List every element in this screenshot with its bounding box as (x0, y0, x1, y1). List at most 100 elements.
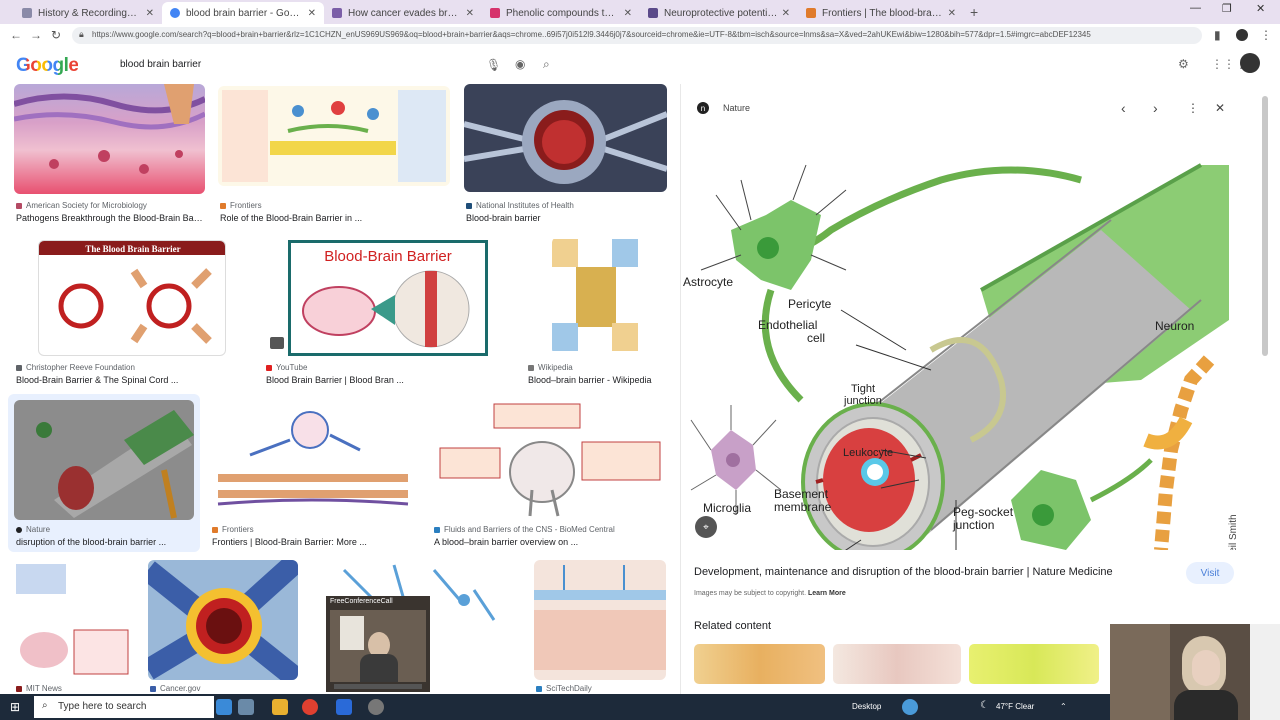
result-thumbnail[interactable] (148, 560, 298, 680)
nih-bbb-illustration (464, 100, 667, 184)
close-icon[interactable]: ✕ (782, 8, 790, 19)
tray-arrow-icon[interactable]: ⌃ (1060, 702, 1067, 711)
task-view-icon[interactable] (238, 699, 254, 715)
result-source: Christopher Reeve Foundation (16, 363, 135, 372)
search-icon: ⌕ (42, 700, 48, 711)
close-icon[interactable]: ✕ (624, 8, 632, 19)
desktop-label[interactable]: Desktop (852, 702, 881, 711)
cns-barriers-illustration (439, 403, 661, 517)
tab-neuroprotective[interactable]: Neuroprotective potential of ph... ✕ (640, 2, 798, 24)
conference-video-window[interactable]: FreeConferenceCall (326, 596, 430, 692)
result-thumbnail[interactable] (14, 560, 132, 680)
result-caption[interactable]: Blood Brain Barrier | Blood Bran ... (266, 375, 416, 385)
search-input[interactable]: blood brain barrier (120, 59, 201, 70)
result-thumbnail[interactable]: The Blood Brain Barrier (38, 240, 226, 356)
back-icon[interactable]: ← (10, 28, 22, 42)
preview-source[interactable]: n Nature (697, 102, 750, 114)
related-thumbnail[interactable] (694, 644, 825, 684)
more-icon[interactable]: ⋮ (1260, 28, 1272, 42)
bbb-figure[interactable]: Astrocyte Pericyte Endothelial cell Neur… (681, 120, 1241, 550)
close-icon[interactable]: ✕ (146, 8, 154, 19)
result-caption[interactable]: Frontiers | Blood-Brain Barrier: More ..… (212, 537, 372, 547)
more-icon[interactable]: ⋮ (1187, 101, 1199, 115)
taskbar-search[interactable]: ⌕ Type here to search (34, 696, 214, 718)
lens-icon[interactable]: ◉ (515, 57, 525, 71)
frontiers-bbb-illustration (217, 411, 409, 506)
result-source: YouTube (266, 363, 307, 372)
wikipedia-bbb-illustration (552, 239, 638, 351)
learn-more-link[interactable]: Learn More (808, 590, 846, 597)
visit-button[interactable]: Visit (1186, 562, 1234, 584)
reload-icon[interactable]: ↻ (51, 28, 61, 42)
preview-title[interactable]: Development, maintenance and disruption … (694, 566, 1113, 578)
result-caption[interactable]: Blood-Brain Barrier & The Spinal Cord ..… (16, 375, 216, 385)
result-thumbnail[interactable] (432, 400, 668, 518)
close-icon[interactable]: ✕ (308, 8, 316, 19)
webcam-video-window (1110, 624, 1280, 720)
lens-search-icon[interactable]: ⌖ (695, 516, 717, 538)
google-logo[interactable]: Google (16, 55, 79, 77)
preview-scrollbar[interactable] (1262, 96, 1268, 356)
result-thumbnail[interactable] (218, 86, 450, 186)
result-caption[interactable]: Blood–brain barrier - Wikipedia (528, 375, 668, 385)
figure-label-junction: junction (843, 395, 882, 407)
new-tab-button[interactable]: + (970, 4, 978, 20)
search-icon[interactable]: ⌕ (543, 57, 550, 72)
nature-bbb-thumbnail (36, 410, 194, 519)
conference-controls[interactable] (334, 684, 422, 689)
result-source: American Society for Microbiology (16, 201, 147, 210)
forward-icon[interactable]: → (30, 28, 42, 42)
minimize-icon[interactable]: — (1190, 2, 1201, 14)
tab-favicon-icon (806, 8, 816, 18)
lock-icon: 🔒︎ (79, 29, 84, 39)
file-explorer-icon[interactable] (272, 699, 288, 715)
result-caption[interactable]: disruption of the blood-brain barrier ..… (16, 537, 196, 547)
result-thumbnail[interactable] (534, 560, 666, 680)
url-text: https://www.google.com/search?q=blood+br… (92, 30, 1091, 39)
extensions-icon[interactable]: ▮ (1214, 28, 1221, 42)
figure-label-microglia: Microglia (703, 501, 751, 515)
maximize-icon[interactable]: ❐ (1222, 2, 1232, 15)
edge-icon[interactable] (216, 699, 232, 715)
tab-cancer-evades[interactable]: How cancer evades breach the ... ✕ (324, 2, 482, 24)
chrome-icon[interactable] (302, 699, 318, 715)
result-caption[interactable]: Role of the Blood-Brain Barrier in ... (220, 213, 450, 223)
weather-text[interactable]: 47°F Clear (996, 702, 1034, 711)
profile-avatar[interactable] (1236, 29, 1248, 41)
svg-text:The Blood Brain Barrier: The Blood Brain Barrier (85, 244, 180, 254)
previous-icon[interactable]: ‹ (1121, 100, 1126, 116)
windows-icon[interactable]: ⊞ (10, 700, 20, 714)
next-icon[interactable]: › (1153, 100, 1158, 116)
result-thumbnail[interactable] (464, 84, 667, 192)
close-icon[interactable]: ✕ (466, 8, 474, 19)
result-thumbnail[interactable] (14, 84, 205, 194)
close-icon[interactable]: ✕ (1215, 101, 1225, 115)
figure-label-pericyte: Pericyte (788, 297, 832, 311)
url-field[interactable]: 🔒︎ https://www.google.com/search?q=blood… (72, 27, 1202, 44)
result-caption[interactable]: Blood-brain barrier (466, 213, 666, 223)
result-thumbnail[interactable] (552, 237, 642, 355)
mic-icon[interactable]: 🎙︎ (486, 58, 501, 72)
window-close-icon[interactable]: ✕ (1256, 2, 1265, 15)
related-thumbnail[interactable] (833, 644, 961, 684)
result-source: SciTechDaily (536, 684, 592, 693)
tab-blood-brain-barrier[interactable]: blood brain barrier - Google Se... ✕ (162, 2, 324, 24)
tab-phenolic-compounds[interactable]: Phenolic compounds that cross t... ✕ (482, 2, 640, 24)
result-thumbnail[interactable] (14, 400, 194, 520)
conference-app-icon[interactable] (368, 699, 384, 715)
settings-icon[interactable]: ⚙ (1178, 57, 1189, 71)
bbb-youtube-illustration: Blood-Brain Barrier (302, 248, 470, 348)
result-caption[interactable]: Pathogens Breakthrough the Blood-Brain B… (16, 213, 204, 223)
result-thumbnail[interactable] (210, 400, 416, 518)
outlook-icon[interactable] (336, 699, 352, 715)
figure-label-endothelial: Endothelial (758, 318, 817, 332)
related-thumbnail[interactable] (969, 644, 1099, 684)
close-icon[interactable]: ✕ (948, 8, 956, 19)
tab-history-recordings[interactable]: History & Recordings | FreeConf... ✕ (14, 2, 162, 24)
tab-frontiers[interactable]: Frontiers | The blood-brain barr... ✕ (798, 2, 964, 24)
result-thumbnail[interactable]: Blood-Brain Barrier (288, 240, 488, 356)
result-caption[interactable]: A blood–brain barrier overview on ... (434, 537, 654, 547)
network-app-icon[interactable] (902, 699, 918, 715)
copyright-notice: Images may be subject to copyright. Lear… (694, 590, 846, 597)
account-avatar[interactable] (1240, 53, 1260, 73)
